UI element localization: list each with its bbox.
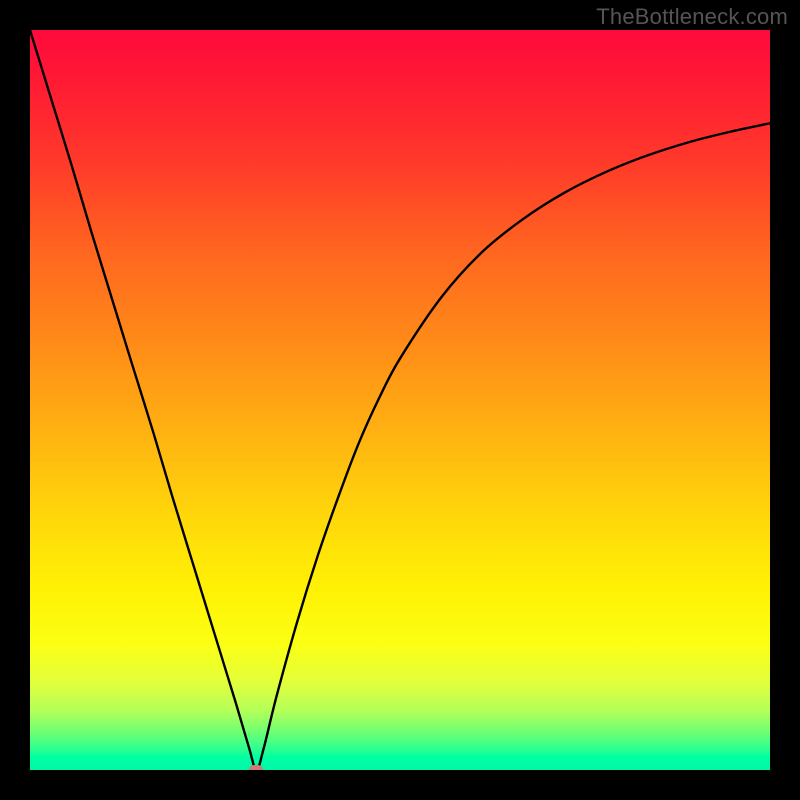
bottleneck-curve <box>30 30 770 770</box>
minimum-marker <box>249 765 263 770</box>
watermark-text: TheBottleneck.com <box>596 4 788 30</box>
plot-area <box>30 30 770 770</box>
chart-frame: TheBottleneck.com <box>0 0 800 800</box>
